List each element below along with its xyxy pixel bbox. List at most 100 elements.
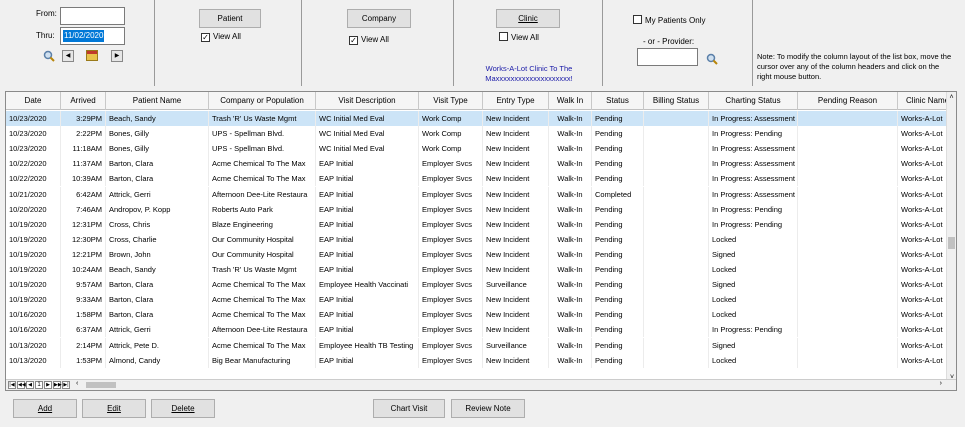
patient-view-all-checkbox[interactable]: ✓ (201, 33, 210, 42)
table-row[interactable]: 10/19/2020 10:24AM Beach, Sandy Trash 'R' U… (6, 262, 956, 277)
visits-grid[interactable]: Date Arrived Patient Name Company or Popula… (5, 91, 957, 391)
table-row[interactable]: 10/13/2020 2:14PM Attrick, Pete D. Acme Che… (6, 337, 956, 353)
clinic-view-all[interactable]: View All (499, 32, 539, 42)
edit-button[interactable]: Edit (82, 399, 146, 418)
next-page-icon[interactable]: ▶ (44, 381, 52, 389)
cell-arrived: 12:30PM (61, 231, 106, 247)
table-row[interactable]: 10/19/2020 12:21PM Brown, John Our Communit… (6, 246, 956, 262)
clinic-button[interactable]: Clinic (496, 9, 560, 28)
patient-button[interactable]: Patient (199, 9, 261, 28)
cell-pending-reason (798, 201, 898, 217)
cell-visit-description: EAP Initial (316, 156, 419, 172)
first-page-icon[interactable]: |◀ (8, 381, 16, 389)
table-row[interactable]: 10/16/2020 6:37AM Attrick, Gerri Afternoon … (6, 322, 956, 338)
company-view-all[interactable]: ✓ View All (349, 35, 389, 45)
last-page-icon[interactable]: ▶| (62, 381, 70, 389)
table-row[interactable]: 10/19/2020 12:31PM Cross, Chris Blaze Engin… (6, 216, 956, 232)
cell-charting-status: In Progress: Pending (709, 201, 798, 217)
table-row[interactable]: 10/13/2020 1:53PM Almond, Candy Big Bear Ma… (6, 352, 956, 368)
column-header-patient-name[interactable]: Patient Name (106, 92, 209, 110)
cell-pending-reason (798, 171, 898, 187)
cell-date: 10/19/2020 (6, 262, 61, 277)
hscroll-thumb[interactable] (86, 382, 116, 388)
cell-date: 10/19/2020 (6, 246, 61, 262)
delete-button[interactable]: Delete (151, 399, 215, 418)
column-header-date[interactable]: Date (6, 92, 61, 110)
cell-billing-status (644, 141, 709, 157)
table-row[interactable]: 10/22/2020 10:39AM Barton, Clara Acme Chemi… (6, 171, 956, 187)
column-header-walk-in[interactable]: Walk In (549, 92, 592, 110)
company-button[interactable]: Company (347, 9, 411, 28)
thru-date-input[interactable]: 11/02/2020 (60, 27, 125, 45)
table-row[interactable]: 10/21/2020 6:42AM Attrick, Gerri Afternoon … (6, 186, 956, 202)
cell-status: Pending (592, 262, 644, 277)
cell-walk-in: Walk-In (549, 337, 592, 353)
cell-visit-description: EAP Initial (316, 307, 419, 323)
scroll-up-icon[interactable]: ˄ (947, 92, 956, 104)
cell-status: Pending (592, 231, 644, 247)
table-row[interactable]: 10/20/2020 7:46AM Andropov, P. Kopp Roberts… (6, 201, 956, 217)
table-row[interactable]: 10/23/2020 3:29PM Beach, Sandy Trash 'R' Us… (6, 111, 956, 126)
column-header-charting-status[interactable]: Charting Status (709, 92, 798, 110)
cell-walk-in: Walk-In (549, 186, 592, 202)
magnifier-icon[interactable] (43, 50, 55, 62)
column-header-visit-description[interactable]: Visit Description (316, 92, 419, 110)
column-header-arrived[interactable]: Arrived (61, 92, 106, 110)
cell-pending-reason (798, 246, 898, 262)
cell-patient-name: Almond, Candy (106, 352, 209, 368)
clinic-view-all-checkbox[interactable] (499, 32, 508, 41)
from-date-input[interactable] (60, 7, 125, 25)
review-note-button[interactable]: Review Note (451, 399, 525, 418)
cell-arrived: 9:33AM (61, 292, 106, 308)
column-header-status[interactable]: Status (592, 92, 644, 110)
cell-date: 10/21/2020 (6, 186, 61, 202)
cell-entry-type: New Incident (483, 352, 549, 368)
chart-visit-button[interactable]: Chart Visit (373, 399, 445, 418)
my-patients-only[interactable]: My Patients Only (633, 15, 705, 25)
column-header-entry-type[interactable]: Entry Type (483, 92, 549, 110)
table-row[interactable]: 10/23/2020 11:18AM Bones, Gilly UPS - Spell… (6, 141, 956, 157)
table-row[interactable]: 10/22/2020 11:37AM Barton, Clara Acme Chemi… (6, 156, 956, 172)
cell-visit-type: Employer Svcs (419, 292, 483, 308)
calendar-icon[interactable] (86, 50, 98, 61)
my-patients-only-checkbox[interactable] (633, 15, 642, 24)
page-number[interactable]: 1 (35, 381, 43, 389)
cell-charting-status: In Progress: Assessment (709, 141, 798, 157)
company-view-all-checkbox[interactable]: ✓ (349, 36, 358, 45)
add-button[interactable]: Add (13, 399, 77, 418)
column-header-company[interactable]: Company or Population (209, 92, 316, 110)
column-header-pending-reason[interactable]: Pending Reason (798, 92, 898, 110)
cell-company: Our Community Hospital (209, 231, 316, 247)
column-header-visit-type[interactable]: Visit Type (419, 92, 483, 110)
scroll-thumb[interactable] (948, 237, 955, 249)
prev-page-icon[interactable]: ◀ (26, 381, 34, 389)
prev-fast-icon[interactable]: ◀◀ (17, 381, 26, 389)
cell-arrived: 1:58PM (61, 307, 106, 323)
vertical-scrollbar[interactable]: ˄ ˅ (946, 92, 956, 390)
cell-company: UPS - Spellman Blvd. (209, 126, 316, 142)
column-header-billing-status[interactable]: Billing Status (644, 92, 709, 110)
patient-view-all[interactable]: ✓ View All (201, 32, 241, 42)
cell-arrived: 12:21PM (61, 246, 106, 262)
cell-visit-type: Work Comp (419, 126, 483, 142)
next-fast-icon[interactable]: ▶▶ (53, 381, 62, 389)
cell-entry-type: Surveillance (483, 337, 549, 353)
horizontal-scrollbar[interactable]: |◀ ◀◀ ◀ 1 ▶ ▶▶ ▶| ‹ › (6, 379, 956, 390)
provider-search-icon[interactable] (706, 53, 718, 65)
cell-charting-status: In Progress: Pending (709, 126, 798, 142)
table-row[interactable]: 10/23/2020 2:22PM Bones, Gilly UPS - Spellm… (6, 126, 956, 142)
next-date-button[interactable]: ▶ (111, 50, 123, 62)
scroll-right-icon[interactable]: › (940, 380, 942, 387)
cell-charting-status: Locked (709, 292, 798, 308)
table-row[interactable]: 10/19/2020 9:33AM Barton, Clara Acme Chemic… (6, 292, 956, 308)
cell-visit-description: EAP Initial (316, 216, 419, 232)
cell-company: Acme Chemical To The Max (209, 277, 316, 293)
provider-input[interactable] (637, 48, 698, 66)
table-row[interactable]: 10/19/2020 9:57AM Barton, Clara Acme Chemic… (6, 277, 956, 293)
cell-pending-reason (798, 111, 898, 126)
prev-date-button[interactable]: ◀ (62, 50, 74, 62)
cell-billing-status (644, 171, 709, 187)
table-row[interactable]: 10/19/2020 12:30PM Cross, Charlie Our Commu… (6, 231, 956, 247)
scroll-left-icon[interactable]: ‹ (76, 380, 78, 387)
table-row[interactable]: 10/16/2020 1:58PM Barton, Clara Acme Chemic… (6, 307, 956, 323)
